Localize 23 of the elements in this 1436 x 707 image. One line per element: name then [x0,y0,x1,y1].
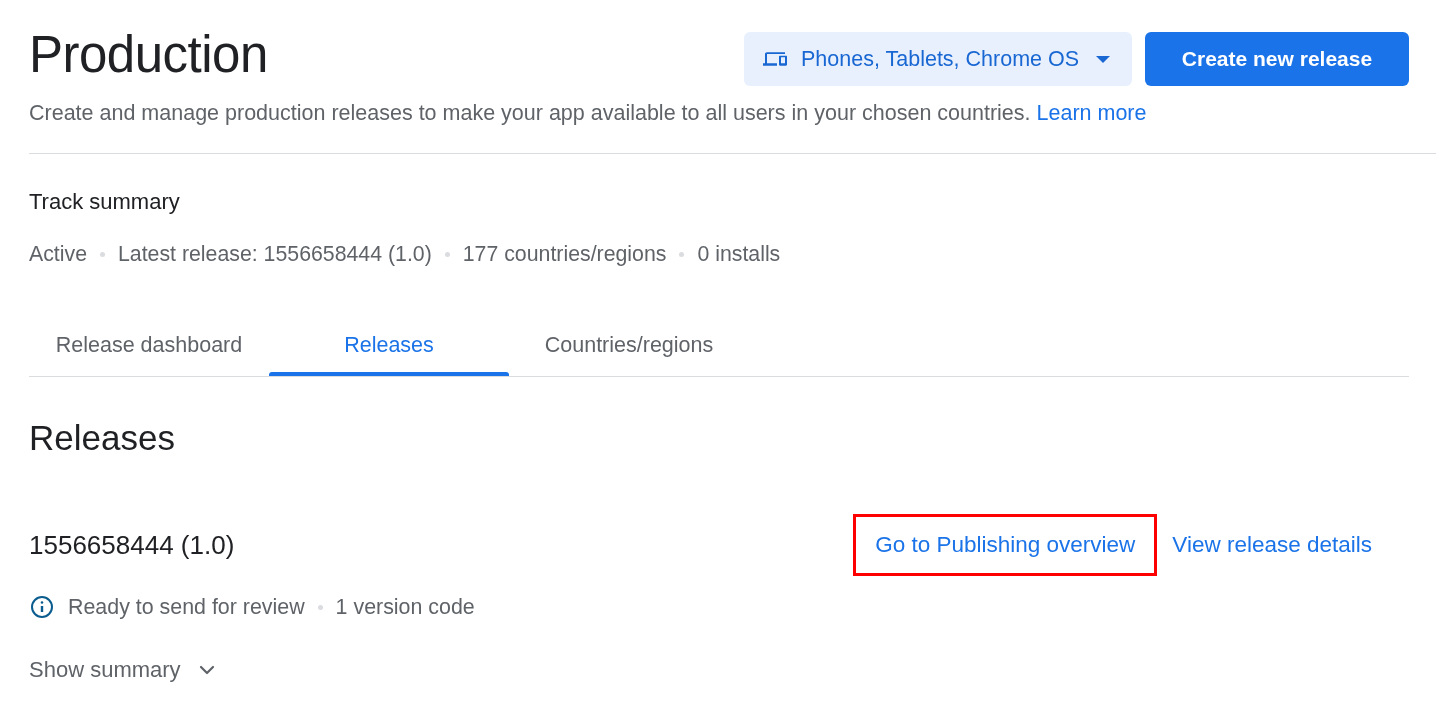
release-status: Ready to send for review [68,594,305,620]
page-description: Create and manage production releases to make your app available to all users in your chosen countries. Learn more [29,100,1148,126]
releases-heading: Releases [29,418,176,458]
tab[interactable]: Release dashboard [29,314,269,376]
show-summary-button[interactable]: Show summary [29,657,219,683]
devices-icon [763,49,787,69]
learn-more-link[interactable]: Learn more [1036,101,1147,125]
create-new-release-button[interactable]: Create new release [1145,32,1409,86]
track-stat: Active [29,241,87,267]
page-title: Production [29,27,268,83]
info-icon [30,595,54,619]
caret-down-icon [1096,55,1110,63]
track-stat: 0 installs [697,241,781,267]
release-name: 1556658444 (1.0) [29,530,235,560]
tab[interactable]: Countries/regions [509,314,749,376]
release-details-link[interactable]: View release details [1172,529,1372,561]
release-detail: 1 version code [335,594,475,620]
device-selector-dropdown[interactable]: Phones, Tablets, Chrome OS [744,32,1132,86]
track-stat: Latest release: 1556658444 (1.0) [118,241,432,267]
track-stat: 177 countries/regions [462,241,667,267]
tab[interactable]: Releases [269,314,509,376]
publishing-overview-link[interactable]: Go to Publishing overview [853,514,1158,576]
track-summary-heading: Track summary [29,189,181,215]
